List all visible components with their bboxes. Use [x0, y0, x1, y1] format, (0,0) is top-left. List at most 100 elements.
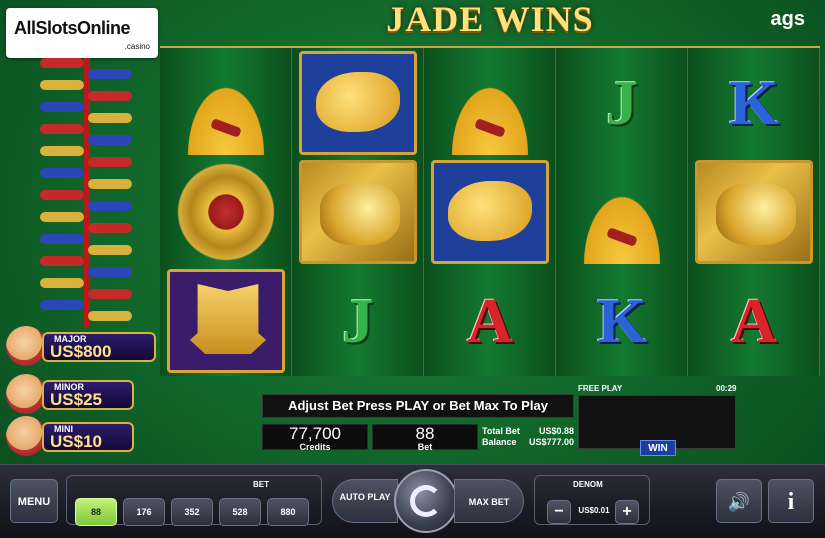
- symbol-k: K: [597, 285, 647, 356]
- jackpot-character-icon: [6, 326, 46, 366]
- bet-option-528[interactable]: 528: [219, 498, 261, 526]
- balance-value: US$777.00: [528, 437, 574, 447]
- firecracker: [88, 311, 132, 321]
- credits-value: 77,700: [289, 424, 341, 443]
- fan-icon: [167, 51, 285, 155]
- firecracker: [88, 157, 132, 167]
- jackpot-plate: MAJOR US$800: [42, 332, 156, 362]
- denom-minus-button[interactable]: −: [547, 500, 571, 524]
- firecracker: [88, 267, 132, 277]
- reel-1: [160, 48, 292, 376]
- bet-value: 88: [415, 424, 435, 443]
- reel-3: A: [424, 48, 556, 376]
- denom-selector: DENOM − US$0.01 +: [534, 475, 650, 525]
- firecracker: [40, 256, 84, 266]
- message-bar: Adjust Bet Press PLAY or Bet Max To Play: [262, 394, 574, 418]
- credits-label: Credits: [299, 442, 331, 452]
- firecracker-decoration: [18, 58, 158, 328]
- reel-2: J: [292, 48, 424, 376]
- firecracker: [40, 146, 84, 156]
- jackpot-value: US$25: [50, 390, 102, 409]
- max-bet-button[interactable]: MAX BET: [454, 479, 524, 523]
- firecracker: [40, 190, 84, 200]
- spin-arrow-icon: [410, 485, 442, 517]
- denom-value: US$0.01: [578, 506, 610, 515]
- watermark-logo: AllSlotsOnline .casino: [6, 8, 158, 58]
- fish-icon: [299, 51, 417, 155]
- jackpot-minor: MINOR US$25: [6, 374, 136, 414]
- firecracker: [40, 102, 84, 112]
- firecracker: [88, 135, 132, 145]
- fan-icon: [431, 51, 549, 155]
- bet-meter: 88 Bet: [372, 424, 478, 452]
- jackpot-mini: MINI US$10: [6, 416, 136, 456]
- sound-button[interactable]: 🔊: [716, 479, 762, 523]
- jackpot-character-icon: [6, 416, 46, 456]
- symbol-a: A: [466, 285, 514, 356]
- medal-icon: [167, 160, 285, 264]
- bet-selector-label: BET: [253, 480, 269, 489]
- jackpot-plate: MINOR US$25: [42, 380, 134, 410]
- reel-area: JAJKKA: [160, 46, 820, 376]
- firecracker: [40, 168, 84, 178]
- jackpot-plate: MINI US$10: [42, 422, 134, 452]
- watermark-text: AllSlotsOnline: [14, 18, 131, 38]
- menu-button[interactable]: MENU: [10, 479, 58, 523]
- tiger-icon: [299, 160, 417, 264]
- clock: 00:29: [716, 384, 737, 393]
- firecracker: [40, 234, 84, 244]
- jackpot-value: US$10: [50, 432, 102, 451]
- totals-panel: Total Bet US$0.88 Balance US$777.00: [482, 426, 574, 448]
- reel-5: KA: [688, 48, 820, 376]
- game-screen: AllSlotsOnline .casino JADE WINS ags MAJ…: [0, 0, 825, 538]
- reel-4: JK: [556, 48, 688, 376]
- bet-selector: BET 88 176 352 528 880: [66, 475, 322, 526]
- auto-play-button[interactable]: AUTO PLAY: [332, 479, 398, 523]
- brand-logo: ags: [770, 8, 805, 30]
- fish-icon: [431, 160, 549, 264]
- control-panel: MENU BET 88 176 352 528 880 AUTO PLAY MA…: [0, 464, 825, 538]
- firecracker: [40, 278, 84, 288]
- jackpot-character-icon: [6, 374, 46, 414]
- jackpot-major: MAJOR US$800: [6, 326, 156, 366]
- symbol-k: K: [729, 67, 779, 138]
- total-bet-label: Total Bet: [482, 426, 520, 436]
- firecracker: [88, 289, 132, 299]
- firecracker: [88, 223, 132, 233]
- bet-label: Bet: [417, 442, 433, 452]
- denom-plus-button[interactable]: +: [615, 500, 639, 524]
- firecracker: [40, 212, 84, 222]
- total-bet-value: US$0.88: [538, 426, 574, 436]
- bet-option-352[interactable]: 352: [171, 498, 213, 526]
- game-title: JADE WINS: [386, 0, 594, 39]
- tiger-icon: [695, 160, 813, 264]
- speaker-icon: 🔊: [727, 492, 751, 512]
- credits-meter: 77,700 Credits: [262, 424, 368, 452]
- ship-icon: [167, 269, 285, 373]
- firecracker: [40, 124, 84, 134]
- ship-icon-art: [190, 284, 266, 354]
- symbol-a: A: [730, 285, 778, 356]
- firecracker: [40, 80, 84, 90]
- fish-icon-art: [448, 181, 532, 241]
- firecracker: [88, 91, 132, 101]
- firecracker: [40, 58, 84, 68]
- firecracker: [88, 179, 132, 189]
- bet-option-880[interactable]: 880: [267, 498, 309, 526]
- free-play-label: FREE PLAY: [578, 384, 623, 393]
- watermark-suffix: .casino: [124, 42, 150, 51]
- fan-icon: [563, 160, 681, 264]
- firecracker: [40, 300, 84, 310]
- firecracker: [88, 69, 132, 79]
- denom-label: DENOM: [573, 480, 603, 489]
- tiger-icon-art: [320, 183, 400, 245]
- symbol-j: J: [606, 67, 638, 138]
- firecracker: [88, 245, 132, 255]
- info-button[interactable]: i: [768, 479, 814, 523]
- bet-option-88[interactable]: 88: [75, 498, 117, 526]
- win-button[interactable]: WIN: [640, 440, 676, 456]
- bet-option-176[interactable]: 176: [123, 498, 165, 526]
- symbol-j: J: [342, 285, 374, 356]
- fish-icon-art: [316, 72, 400, 132]
- spin-button[interactable]: [394, 469, 458, 533]
